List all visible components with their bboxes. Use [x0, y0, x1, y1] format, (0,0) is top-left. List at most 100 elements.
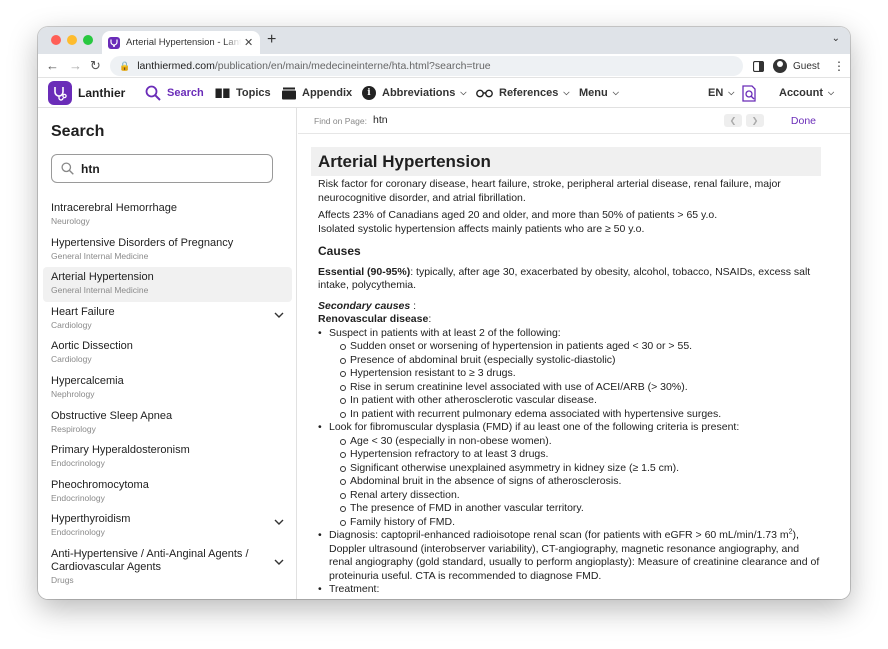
search-result-anti-hypertensive-agents[interactable]: Anti-Hypertensive / Anti-Anginal Agents … — [43, 544, 292, 588]
close-window-button[interactable] — [51, 35, 61, 45]
chevron-down-icon: ⌵ — [563, 88, 570, 97]
info-icon: i — [362, 86, 376, 100]
search-input[interactable] — [81, 161, 251, 176]
nav-references-label: References — [499, 87, 559, 99]
search-result-obstructive-sleep-apnea[interactable]: Obstructive Sleep Apnea Respirology — [43, 406, 292, 441]
result-title: Heart Failure — [51, 305, 115, 318]
nav-abbreviations[interactable]: i Abbreviations ⌵ — [362, 83, 466, 103]
list-item: Sudden onset or worsening of hypertensio… — [340, 340, 821, 354]
search-icon — [61, 162, 74, 175]
renovascular-line: Renovascular disease: — [318, 313, 821, 327]
reload-icon[interactable]: ↻ — [90, 57, 101, 75]
url-path: /publication/en/main/medecineinterne/hta… — [214, 60, 491, 72]
nav-references[interactable]: References ⌵ — [476, 83, 569, 103]
browser-menu-icon[interactable]: ⋮ — [833, 57, 845, 75]
result-title: Anti-Hypertensive / Anti-Anginal Agents … — [51, 547, 249, 573]
search-result-hypercalcemia[interactable]: Hypercalcemia Nephrology — [43, 371, 292, 406]
nav-topics[interactable]: Topics — [215, 83, 271, 103]
find-done-button[interactable]: Done — [791, 115, 816, 127]
profile-label: Guest — [793, 60, 820, 72]
search-sidebar: Search Intracerebral Hemorrhage Neurolog… — [38, 108, 297, 599]
search-results-list: Intracerebral Hemorrhage Neurology Hyper… — [43, 198, 292, 588]
diagnosis-text-a: Diagnosis: captopril-enhanced radioisoto… — [329, 529, 789, 541]
lock-icon: 🔒 — [119, 60, 131, 71]
nav-menu-label: Menu — [579, 87, 608, 99]
maximize-window-button[interactable] — [83, 35, 93, 45]
search-result-heart-failure[interactable]: Heart Failure Cardiology — [43, 302, 292, 337]
chevron-down-icon[interactable] — [274, 310, 284, 321]
browser-tab[interactable]: Arterial Hypertension - Lanthier ✕ — [102, 31, 260, 54]
find-on-page-bar: Find on Page: htn ❮ ❯ Done — [298, 108, 850, 134]
search-result-intracerebral-hemorrhage[interactable]: Intracerebral Hemorrhage Neurology — [43, 198, 292, 233]
search-result-aortic-dissection[interactable]: Aortic Dissection Cardiology — [43, 336, 292, 371]
result-category: General Internal Medicine — [51, 285, 149, 296]
nav-appendix[interactable]: Appendix — [282, 83, 352, 103]
result-title: Hypercalcemia — [51, 374, 124, 387]
list-item: Hypertension resistant to ≥ 3 drugs. — [340, 367, 821, 381]
renovascular-colon: : — [428, 313, 432, 325]
result-title: Intracerebral Hemorrhage — [51, 202, 177, 214]
nav-topics-label: Topics — [236, 87, 271, 99]
nav-search[interactable]: Search — [145, 83, 204, 103]
secondary-causes-colon: : — [410, 299, 417, 312]
renovascular-list: Suspect in patients with at least 2 of t… — [318, 327, 821, 597]
address-bar[interactable]: 🔒 lanthiermed.com/publication/en/main/me… — [110, 56, 743, 76]
fmd-criteria-list: Age < 30 (especially in non-obese women)… — [329, 435, 821, 530]
search-result-hyperthyroidism[interactable]: Hyperthyroidism Endocrinology — [43, 509, 292, 544]
suspect-intro: Suspect in patients with at least 2 of t… — [329, 326, 561, 339]
back-arrow-icon[interactable]: ← — [46, 57, 59, 75]
new-tab-button[interactable]: + — [267, 31, 276, 49]
article-pane: Arterial Hypertension Risk factor for co… — [298, 134, 850, 599]
find-previous-button[interactable]: ❮ — [724, 114, 742, 127]
result-category: Endocrinology — [51, 458, 105, 469]
list-item: Renal artery dissection. — [340, 489, 821, 503]
profile-button[interactable]: Guest — [773, 57, 820, 75]
find-in-page-button[interactable] — [742, 83, 763, 103]
minimize-window-button[interactable] — [67, 35, 77, 45]
article-body: Risk factor for coronary disease, heart … — [311, 178, 821, 597]
list-item: In patient with recurrent pulmonary edem… — [340, 408, 821, 422]
find-input[interactable]: htn — [373, 114, 388, 126]
brand-name[interactable]: Lanthier — [78, 86, 125, 100]
result-category: Endocrinology — [51, 527, 105, 538]
search-result-hypertensive-disorders-of-pregnancy[interactable]: Hypertensive Disorders of Pregnancy Gene… — [43, 233, 292, 268]
search-result-arterial-hypertension[interactable]: Arterial Hypertension General Internal M… — [43, 267, 292, 302]
account-label: Account — [779, 87, 823, 99]
tab-close-icon[interactable]: ✕ — [244, 36, 253, 49]
nav-abbreviations-label: Abbreviations — [382, 87, 456, 99]
result-title: Aortic Dissection — [51, 340, 133, 353]
list-item: Suspect in patients with at least 2 of t… — [318, 327, 821, 422]
search-result-primary-hyperaldosteronism[interactable]: Primary Hyperaldosteronism Endocrinology — [43, 440, 292, 475]
article-title: Arterial Hypertension — [311, 147, 821, 176]
suspect-criteria-list: Sudden onset or worsening of hypertensio… — [329, 340, 821, 421]
browser-window: Arterial Hypertension - Lanthier ✕ + ⌄ ←… — [38, 27, 850, 599]
find-next-button[interactable]: ❯ — [746, 114, 764, 127]
lanthier-logo-icon[interactable] — [48, 81, 72, 105]
chevron-down-icon[interactable] — [274, 557, 284, 568]
search-field[interactable] — [51, 154, 273, 183]
essential-paragraph: Essential (90-95%): typically, after age… — [318, 266, 821, 293]
sidebar-toggle-icon[interactable] — [753, 57, 764, 75]
forward-arrow-icon[interactable]: → — [69, 57, 82, 75]
chevron-down-icon[interactable] — [274, 517, 284, 528]
list-item: Rise in serum creatinine level associate… — [340, 381, 821, 395]
list-item: Family history of FMD. — [340, 516, 821, 530]
nav-menu[interactable]: Menu ⌵ — [579, 83, 619, 103]
list-item: Look for fibromuscular dysplasia (FMD) i… — [318, 421, 821, 529]
essential-label: Essential (90-95%) — [318, 265, 411, 278]
book-icon — [215, 87, 230, 99]
account-menu[interactable]: Account ⌵ — [779, 83, 834, 103]
find-label: Find on Page: — [314, 116, 367, 126]
result-category: Endocrinology — [51, 492, 105, 503]
lanthier-favicon-icon — [108, 36, 120, 49]
tab-list-chevron-icon[interactable]: ⌄ — [832, 33, 840, 44]
language-selector[interactable]: EN ⌵ — [708, 83, 734, 103]
prevalence-line-2: Isolated systolic hypertension affects m… — [318, 222, 645, 235]
search-result-pheochromocytoma[interactable]: Pheochromocytoma Endocrinology — [43, 475, 292, 510]
language-label: EN — [708, 87, 724, 99]
list-item: Diagnosis: captopril-enhanced radioisoto… — [318, 529, 821, 583]
article: Arterial Hypertension Risk factor for co… — [311, 147, 821, 597]
result-title: Primary Hyperaldosteronism — [51, 444, 190, 457]
profile-avatar-icon — [773, 59, 787, 73]
list-item: Treatment: — [318, 583, 821, 597]
